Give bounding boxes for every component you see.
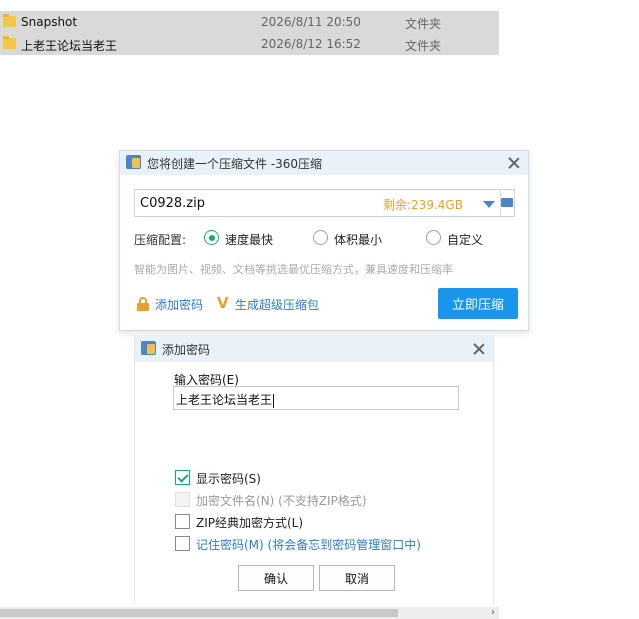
v-icon: V [217,294,229,312]
lock-icon [137,297,149,311]
file-date: 2026/8/12 16:52 [261,37,361,51]
archive-filename-field[interactable]: C0928.zip 剩余:239.4GB [134,189,515,217]
checkbox[interactable] [175,536,190,551]
folder-icon [3,14,16,27]
radio-button[interactable] [313,230,328,245]
close-icon[interactable] [471,341,487,357]
checkbox[interactable] [175,492,190,507]
password-value[interactable]: 上老王论坛当老王 [176,391,275,408]
compress-dialog: 您将创建一个压缩文件 -360压缩 C0928.zip 剩余:239.4GB 压… [119,150,529,331]
checkbox-label: 加密文件名(N) (不支持ZIP格式) [196,494,367,508]
file-row-laowang[interactable]: 上老王论坛当老王 2026/8/12 16:52 文件夹 [0,33,499,55]
password-input[interactable]: 上老王论坛当老王 [173,386,459,410]
compress-config-label: 压缩配置: [134,233,187,247]
checkbox-label: 显示密码(S) [196,472,261,486]
file-row-snapshot[interactable]: Snapshot 2026/8/11 20:50 文件夹 [0,11,499,33]
super-pack-label[interactable]: 生成超级压缩包 [235,296,319,313]
app-icon [126,155,141,169]
compress-dialog-title: 您将创建一个压缩文件 -360压缩 [147,157,323,171]
checkbox-label: ZIP经典加密方式(L) [196,516,304,530]
free-space-label: 剩余:239.4GB [383,198,463,212]
archive-filename[interactable]: C0928.zip [140,196,205,211]
file-type: 文件夹 [405,39,442,53]
cancel-button[interactable]: 取消 [319,565,395,591]
radio-button[interactable] [426,230,441,245]
checkbox[interactable] [175,470,190,485]
file-name: 上老王论坛当老王 [21,39,118,53]
checkbox[interactable] [175,514,190,529]
file-date: 2026/8/11 20:50 [261,15,361,29]
radio-label: 自定义 [447,233,484,247]
text-caret [273,393,275,408]
scroll-right-icon[interactable]: › [487,607,499,619]
close-icon[interactable] [506,155,522,171]
file-name: Snapshot [21,15,78,29]
browse-folder-icon [501,198,513,207]
radio-label: 体积最小 [334,233,383,247]
dropdown-arrow-icon[interactable] [483,201,495,208]
radio-button[interactable] [204,230,219,245]
radio-label: 速度最快 [225,233,274,247]
password-text: 上老王论坛当老王 [176,393,273,407]
compress-hint: 智能为图片、视频、文档等挑选最优压缩方式，兼具速度和压缩率 [134,263,453,276]
horizontal-scrollbar[interactable]: › [0,607,499,619]
confirm-button[interactable]: 确认 [238,565,314,591]
app-icon [141,341,156,355]
password-dialog: 添加密码 输入密码(E) 上老王论坛当老王 显示密码(S) 加密文件名(N) (… [134,335,494,605]
add-password-label[interactable]: 添加密码 [155,296,203,313]
folder-icon [3,36,16,49]
password-dialog-titlebar[interactable]: 添加密码 [135,335,493,362]
compress-now-button[interactable]: 立即压缩 [438,288,518,319]
checkbox-label: 记住密码(M) (将会备忘到密码管理窗口中) [196,538,421,552]
compress-dialog-titlebar[interactable]: 您将创建一个压缩文件 -360压缩 [120,151,528,175]
scrollbar-thumb[interactable] [0,609,398,617]
password-dialog-title: 添加密码 [162,343,211,357]
file-type: 文件夹 [405,17,442,31]
browse-folder-button[interactable] [501,190,515,216]
